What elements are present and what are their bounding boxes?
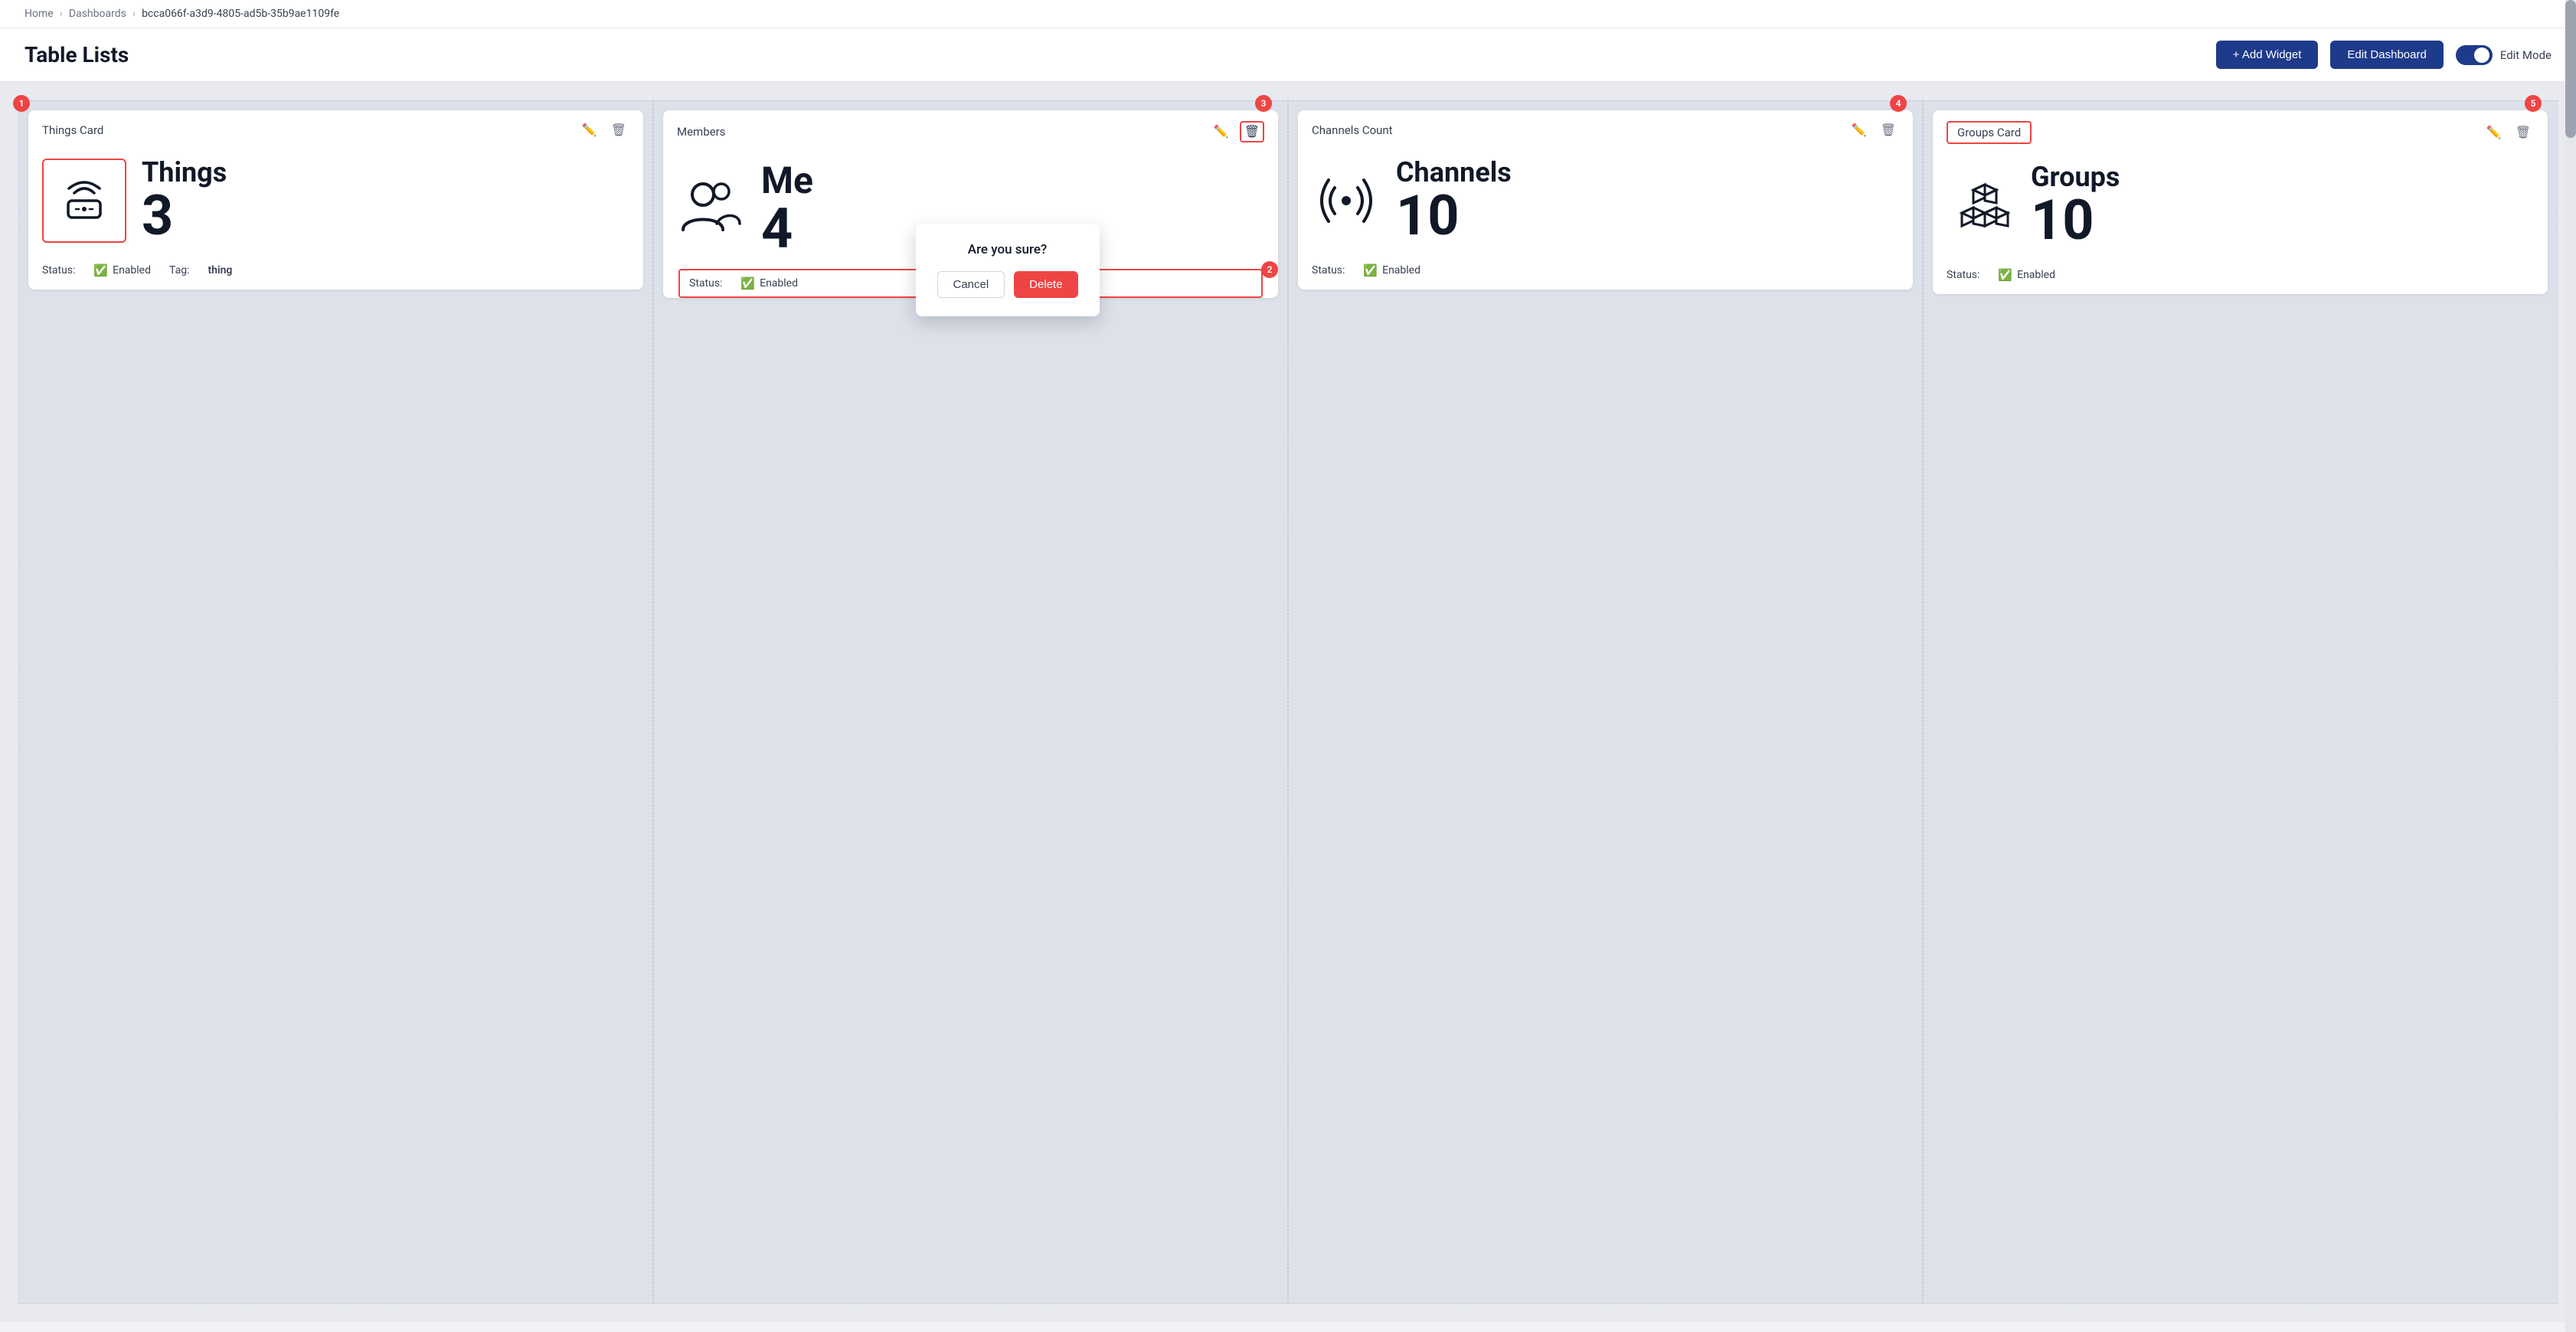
channels-stat-number: 10 <box>1396 188 1512 244</box>
things-icon-box <box>42 159 126 243</box>
members-status-icon: ✅ <box>740 277 755 290</box>
badge-members-footer: 2 <box>1261 261 1278 278</box>
scrollbar-track <box>2565 0 2576 1332</box>
groups-status-value: ✅ Enabled <box>1998 268 2055 282</box>
widget-outer-things: 1 Things Card ✏️ 🗑 <box>18 100 653 1304</box>
widget-outer-channels: 4 Channels Count ✏️ 🗑 Chan <box>1288 100 1923 1304</box>
widget-card-channels: Channels Count ✏️ 🗑 Channels 10 <box>1298 110 1913 290</box>
channels-card-actions: ✏️ 🗑 <box>1849 121 1899 139</box>
groups-edit-button[interactable]: ✏️ <box>2483 123 2505 142</box>
add-widget-button[interactable]: + Add Widget <box>2216 41 2319 69</box>
things-status-value: ✅ Enabled <box>93 263 151 277</box>
channels-status-text: Enabled <box>1382 264 1420 277</box>
confirm-delete-button[interactable]: Delete <box>1014 271 1077 298</box>
groups-card-content: Groups 10 <box>1933 150 2548 260</box>
things-status-text: Enabled <box>113 264 151 277</box>
things-card-footer: Status: ✅ Enabled Tag: thing <box>28 256 643 290</box>
breadcrumb-dashboards[interactable]: Dashboards <box>69 8 126 20</box>
widget-header-channels: Channels Count ✏️ 🗑 <box>1298 110 1913 146</box>
channels-delete-button[interactable]: 🗑 <box>1878 121 1899 139</box>
channels-icon <box>1312 166 1381 235</box>
widget-header-members: Members ✏️ 🗑 <box>663 110 1278 149</box>
badge-channels: 4 <box>1890 95 1907 112</box>
groups-stat-number: 10 <box>2031 193 2120 248</box>
page-header: Table Lists + Add Widget Edit Dashboard … <box>0 28 2576 82</box>
members-stat-number: 4 <box>761 201 813 257</box>
things-card-content: Things 3 <box>28 146 643 256</box>
widget-header-things: Things Card ✏️ 🗑 <box>28 110 643 146</box>
members-delete-button[interactable]: 🗑 <box>1240 121 1264 142</box>
groups-card-title: Groups Card <box>1947 121 2032 144</box>
breadcrumb-current: bcca066f-a3d9-4805-ad5b-35b9ae1109fe <box>142 8 339 20</box>
members-edit-button[interactable]: ✏️ <box>1211 123 1232 141</box>
groups-card-footer: Status: ✅ Enabled <box>1933 260 2548 294</box>
groups-delete-button[interactable]: 🗑 <box>2512 123 2534 142</box>
channels-stat: Channels 10 <box>1396 158 1512 244</box>
channels-card-title: Channels Count <box>1312 123 1393 137</box>
members-stat: Me 4 <box>761 161 813 257</box>
edit-mode-label: Edit Mode <box>2500 48 2551 62</box>
groups-card-actions: ✏️ 🗑 <box>2483 123 2534 142</box>
channels-status-icon: ✅ <box>1363 263 1378 277</box>
channels-status-label: Status: <box>1312 264 1345 277</box>
users-icon <box>677 178 746 239</box>
channels-card-footer: Status: ✅ Enabled <box>1298 256 1913 290</box>
edit-dashboard-button[interactable]: Edit Dashboard <box>2330 41 2443 69</box>
scrollbar-thumb[interactable] <box>2565 0 2576 138</box>
members-card-title: Members <box>677 125 725 139</box>
groups-stat: Groups 10 <box>2031 162 2120 248</box>
badge-groups: 5 <box>2525 95 2542 112</box>
header-actions: + Add Widget Edit Dashboard Edit Mode <box>2216 41 2551 69</box>
members-status-value: ✅ Enabled <box>740 277 798 290</box>
confirm-delete-popup: Are you sure? Cancel Delete <box>915 224 1099 316</box>
widget-card-things: Things Card ✏️ 🗑 <box>28 110 643 290</box>
things-delete-button[interactable]: 🗑 <box>608 121 629 139</box>
confirm-cancel-button[interactable]: Cancel <box>937 271 1005 298</box>
channels-status-value: ✅ Enabled <box>1363 263 1420 277</box>
badge-members-delete: 3 <box>1255 95 1272 112</box>
breadcrumb-chevron-2: › <box>132 8 136 20</box>
breadcrumb-chevron-1: › <box>60 8 63 20</box>
things-tag-value: thing <box>208 264 232 277</box>
groups-status-text: Enabled <box>2017 269 2055 281</box>
members-status-text: Enabled <box>760 277 798 290</box>
channels-edit-button[interactable]: ✏️ <box>1849 121 1870 139</box>
widget-card-groups: Groups Card ✏️ 🗑 <box>1933 110 2548 294</box>
members-card-actions: ✏️ 🗑 <box>1211 121 1264 142</box>
edit-mode-toggle: Edit Mode <box>2456 45 2551 65</box>
groups-icon <box>1947 171 2015 240</box>
confirm-popup-title: Are you sure? <box>937 242 1077 257</box>
things-card-actions: ✏️ 🗑 <box>579 121 629 139</box>
router-icon <box>57 178 111 224</box>
confirm-popup-actions: Cancel Delete <box>937 271 1077 298</box>
badge-things: 1 <box>13 95 30 112</box>
things-tag-label: Tag: <box>169 264 189 277</box>
groups-status-icon: ✅ <box>1998 268 2012 282</box>
members-status-label: Status: <box>689 277 722 290</box>
widget-header-groups: Groups Card ✏️ 🗑 <box>1933 110 2548 150</box>
things-edit-button[interactable]: ✏️ <box>579 121 600 139</box>
things-stat: Things 3 <box>142 158 227 244</box>
things-status-label: Status: <box>42 264 75 277</box>
page-title: Table Lists <box>25 42 129 67</box>
widget-outer-members: 3 Members ✏️ 🗑 <box>653 100 1288 1304</box>
edit-mode-switch[interactable] <box>2456 45 2493 65</box>
breadcrumb-home[interactable]: Home <box>25 8 54 20</box>
groups-status-label: Status: <box>1947 269 1979 281</box>
widget-outer-groups: 5 Groups Card ✏️ 🗑 <box>1923 100 2558 1304</box>
breadcrumb: Home › Dashboards › bcca066f-a3d9-4805-a… <box>0 0 2576 28</box>
dashboard-grid: 1 Things Card ✏️ 🗑 <box>0 82 2576 1322</box>
things-stat-number: 3 <box>142 188 227 244</box>
things-status-icon: ✅ <box>93 263 108 277</box>
members-stat-label: Me <box>761 161 813 201</box>
channels-card-content: Channels 10 <box>1298 146 1913 256</box>
things-card-title: Things Card <box>42 123 103 137</box>
